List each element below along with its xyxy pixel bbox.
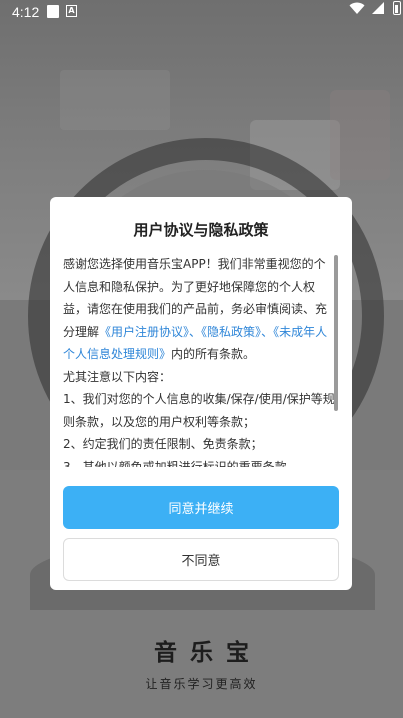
agree-continue-button[interactable]: 同意并继续 [63, 486, 339, 529]
notice-item-3: 3、其他以颜色或加粗进行标识的重要条款。 [63, 459, 299, 468]
link-separator: 、 [261, 324, 274, 339]
app-brand-name: 音乐宝 [154, 640, 262, 666]
battery-icon [393, 1, 401, 15]
notice-heading: 尤其注意以下内容： [63, 369, 172, 384]
dialog-title: 用户协议与隐私政策 [133, 221, 269, 239]
intro-paragraph: 感谢您选择使用音乐宝APP！我们非常重视您的个人信息和隐私保护。为了更好地保障您… [63, 253, 337, 366]
dialog-content[interactable]: 感谢您选择使用音乐宝APP！我们非常重视您的个人信息和隐私保护。为了更好地保障您… [63, 253, 337, 467]
dialog-scrollbar[interactable] [334, 255, 338, 411]
notification-square-icon [47, 5, 59, 18]
background-decor [60, 70, 170, 130]
intro-tail-text: 内的所有条款。 [171, 347, 256, 361]
notification-a-icon: A [66, 5, 77, 17]
signal-icon [372, 2, 384, 14]
wifi-icon [349, 2, 365, 15]
background-decor [330, 90, 390, 180]
privacy-dialog: 用户协议与隐私政策 感谢您选择使用音乐宝APP！我们非常重视您的个人信息和隐私保… [50, 197, 352, 590]
notice-item-2: 2、约定我们的责任限制、免责条款； [63, 437, 263, 451]
link-separator: 、 [189, 324, 202, 339]
user-agreement-link[interactable]: 《用户注册协议》 [99, 325, 189, 339]
privacy-policy-link[interactable]: 《隐私政策》 [201, 325, 261, 339]
status-bar: 4:12 A [0, 0, 403, 24]
status-time: 4:12 [12, 4, 40, 20]
disagree-button[interactable]: 不同意 [63, 538, 339, 581]
app-slogan: 让音乐学习更高效 [145, 677, 258, 691]
notice-item-1: 1、我们对您的个人信息的收集/保存/使用/保护等规则条款，以及您的用户权利等条款… [63, 392, 335, 429]
